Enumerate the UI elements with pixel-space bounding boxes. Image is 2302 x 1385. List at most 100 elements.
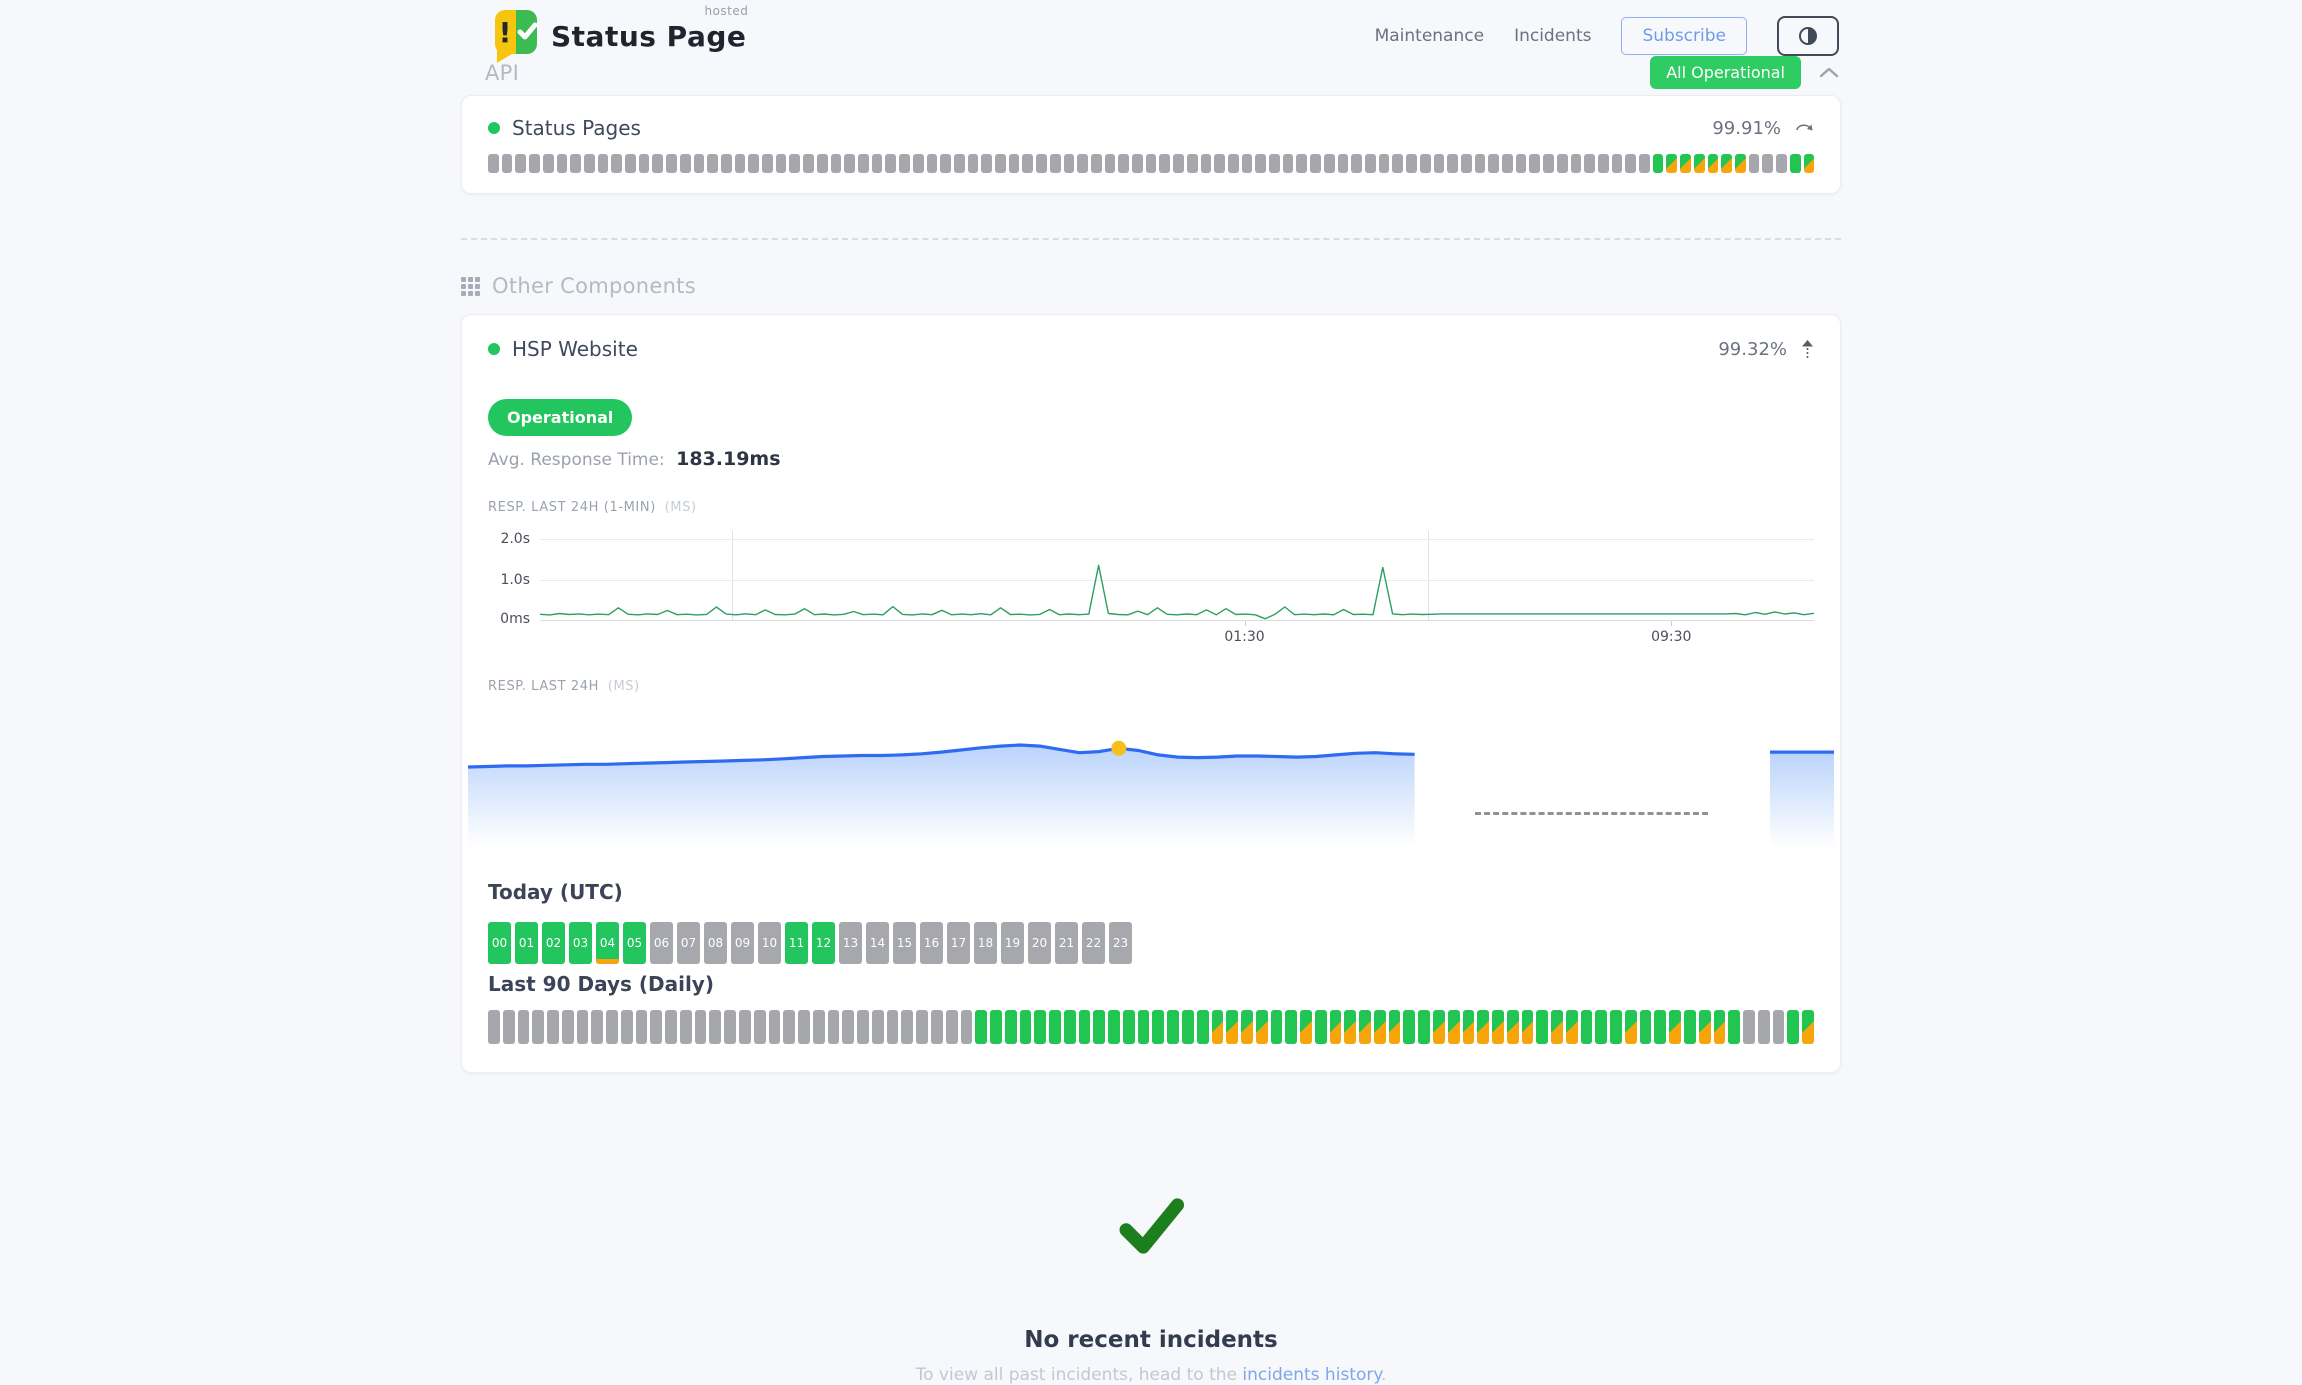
- uptime-bar[interactable]: [1050, 154, 1061, 173]
- uptime-bar[interactable]: [1406, 154, 1417, 173]
- hour-block[interactable]: 22: [1082, 922, 1105, 964]
- uptime-bar[interactable]: [606, 1010, 618, 1044]
- uptime-bar[interactable]: [1344, 1010, 1356, 1044]
- uptime-bar[interactable]: [1721, 154, 1732, 173]
- uptime-bar[interactable]: [1776, 154, 1787, 173]
- uptime-bar[interactable]: [1461, 154, 1472, 173]
- hour-block[interactable]: 10: [758, 922, 781, 964]
- response-area-chart[interactable]: [468, 722, 1834, 872]
- uptime-bar[interactable]: [968, 154, 979, 173]
- uptime-bar[interactable]: [748, 154, 759, 173]
- uptime-bar[interactable]: [1392, 154, 1403, 173]
- uptime-bar[interactable]: [1418, 1010, 1430, 1044]
- uptime-bar[interactable]: [1502, 154, 1513, 173]
- hour-block[interactable]: 01: [515, 922, 538, 964]
- hour-block[interactable]: 16: [920, 922, 943, 964]
- uptime-bar[interactable]: [1034, 1010, 1046, 1044]
- uptime-bar[interactable]: [562, 1010, 574, 1044]
- hour-block[interactable]: 13: [839, 922, 862, 964]
- uptime-bar[interactable]: [1118, 154, 1129, 173]
- uptime-bar[interactable]: [1640, 1010, 1652, 1044]
- uptime-bar[interactable]: [577, 1010, 589, 1044]
- uptime-bar[interactable]: [666, 154, 677, 173]
- uptime-bar[interactable]: [1694, 154, 1705, 173]
- uptime-bar[interactable]: [1300, 1010, 1312, 1044]
- chart1-plot-area[interactable]: [540, 531, 1814, 621]
- uptime-bar[interactable]: [1610, 1010, 1622, 1044]
- uptime-bar[interactable]: [532, 1010, 544, 1044]
- uptime-bar[interactable]: [1064, 1010, 1076, 1044]
- hour-block[interactable]: 19: [1001, 922, 1024, 964]
- hour-block[interactable]: 15: [893, 922, 916, 964]
- uptime-bar[interactable]: [1477, 1010, 1489, 1044]
- uptime-bar[interactable]: [639, 154, 650, 173]
- nav-incidents[interactable]: Incidents: [1514, 26, 1591, 46]
- uptime-bar[interactable]: [611, 154, 622, 173]
- uptime-bar[interactable]: [954, 154, 965, 173]
- uptime-bar[interactable]: [1212, 1010, 1224, 1044]
- refresh-icon[interactable]: [1795, 121, 1814, 135]
- uptime-bar[interactable]: [857, 1010, 869, 1044]
- arrow-up-dashed-icon[interactable]: [1801, 340, 1814, 358]
- uptime-bar[interactable]: [1728, 1010, 1740, 1044]
- chevron-up-icon[interactable]: [1819, 67, 1839, 78]
- uptime-bar[interactable]: [1463, 1010, 1475, 1044]
- uptime-bar[interactable]: [990, 1010, 1002, 1044]
- uptime-bar[interactable]: [1653, 154, 1664, 173]
- uptime-bar[interactable]: [1447, 154, 1458, 173]
- hour-block[interactable]: 07: [677, 922, 700, 964]
- hour-block[interactable]: 03: [569, 922, 592, 964]
- uptime-bar[interactable]: [1403, 1010, 1415, 1044]
- uptime-bar[interactable]: [1543, 154, 1554, 173]
- uptime-bar[interactable]: [1020, 1010, 1032, 1044]
- uptime-bar[interactable]: [1420, 154, 1431, 173]
- uptime-bar[interactable]: [1787, 1010, 1799, 1044]
- uptime-bar[interactable]: [975, 1010, 987, 1044]
- uptime-bar[interactable]: [1228, 154, 1239, 173]
- uptime-bar[interactable]: [529, 154, 540, 173]
- uptime-bar[interactable]: [776, 154, 787, 173]
- hour-block[interactable]: 09: [731, 922, 754, 964]
- uptime-bar[interactable]: [1296, 154, 1307, 173]
- uptime-bar[interactable]: [1758, 1010, 1770, 1044]
- hour-block[interactable]: 21: [1055, 922, 1078, 964]
- uptime-bar[interactable]: [1448, 1010, 1460, 1044]
- uptime-bar[interactable]: [1379, 154, 1390, 173]
- uptime-bar[interactable]: [694, 154, 705, 173]
- uptime-bar[interactable]: [1389, 1010, 1401, 1044]
- uptime-bar[interactable]: [735, 154, 746, 173]
- uptime-bar[interactable]: [916, 1010, 928, 1044]
- uptime-bar[interactable]: [1749, 154, 1760, 173]
- uptime-bar[interactable]: [1214, 154, 1225, 173]
- uptime-bar[interactable]: [650, 1010, 662, 1044]
- uptime-bar[interactable]: [1374, 1010, 1386, 1044]
- uptime-bar[interactable]: [1365, 154, 1376, 173]
- uptime-bar[interactable]: [1138, 1010, 1150, 1044]
- uptime-bar[interactable]: [721, 154, 732, 173]
- uptime-bar[interactable]: [1639, 154, 1650, 173]
- uptime-bar[interactable]: [842, 1010, 854, 1044]
- uptime-bar[interactable]: [621, 1010, 633, 1044]
- uptime-bar[interactable]: [1654, 1010, 1666, 1044]
- uptime-bar[interactable]: [1762, 154, 1773, 173]
- uptime-bar[interactable]: [1108, 1010, 1120, 1044]
- uptime-bar[interactable]: [1434, 154, 1445, 173]
- uptime-bar[interactable]: [680, 1010, 692, 1044]
- uptime-bar[interactable]: [665, 1010, 677, 1044]
- uptime-bar[interactable]: [931, 1010, 943, 1044]
- uptime-bar[interactable]: [1507, 1010, 1519, 1044]
- uptime-bar[interactable]: [1680, 154, 1691, 173]
- hour-block[interactable]: 23: [1109, 922, 1132, 964]
- uptime-bar[interactable]: [1201, 154, 1212, 173]
- uptime-bar[interactable]: [1566, 1010, 1578, 1044]
- uptime-bar[interactable]: [885, 154, 896, 173]
- uptime-bar[interactable]: [1256, 1010, 1268, 1044]
- uptime-bar[interactable]: [1187, 154, 1198, 173]
- uptime-bar[interactable]: [1152, 1010, 1164, 1044]
- uptime-bar[interactable]: [872, 154, 883, 173]
- uptime-bar[interactable]: [789, 154, 800, 173]
- uptime-bar[interactable]: [488, 1010, 500, 1044]
- uptime-bar[interactable]: [547, 1010, 559, 1044]
- hour-block[interactable]: 08: [704, 922, 727, 964]
- uptime-bar[interactable]: [1743, 1010, 1755, 1044]
